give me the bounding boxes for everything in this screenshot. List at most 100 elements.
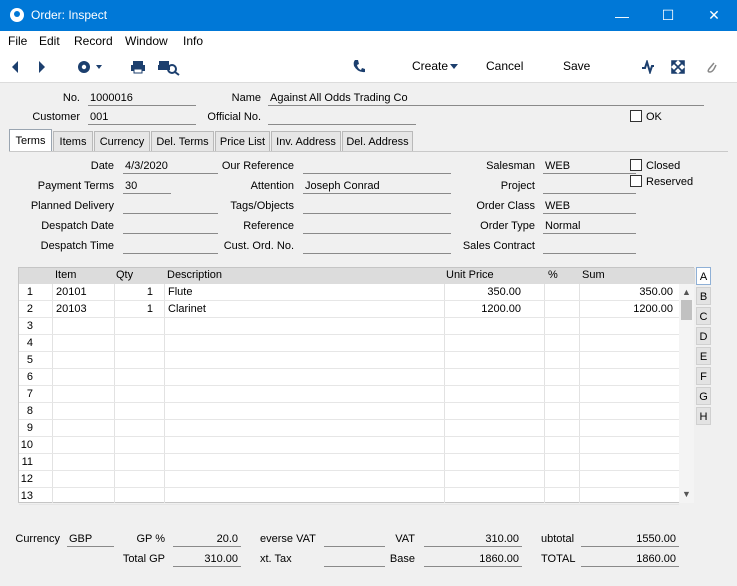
cell-description[interactable]: Clarinet	[168, 303, 206, 315]
table-row[interactable]: 3	[19, 318, 679, 335]
grid-scrollbar[interactable]: ▲ ▼	[679, 284, 694, 503]
table-row[interactable]: 4	[19, 335, 679, 352]
despatch-time-field[interactable]	[123, 239, 218, 254]
attention-field[interactable]: Joseph Conrad	[303, 179, 451, 194]
order-type-field[interactable]: Normal	[543, 219, 636, 234]
menu-info[interactable]: Info	[183, 34, 203, 48]
cell-qty[interactable]: 1	[147, 303, 153, 315]
base-field[interactable]: 1860.00	[424, 552, 522, 567]
table-row[interactable]: 7	[19, 386, 679, 403]
side-tab-e[interactable]: E	[696, 347, 711, 365]
gear-dropdown-icon[interactable]	[76, 59, 104, 75]
print-icon[interactable]	[130, 60, 146, 74]
close-button[interactable]: ✕	[691, 0, 737, 31]
salesman-field[interactable]: WEB	[543, 159, 636, 174]
table-row[interactable]: 12	[19, 471, 679, 488]
minimize-button[interactable]: —	[599, 0, 645, 31]
customer-field[interactable]: 001	[88, 110, 196, 125]
table-row[interactable]: 5	[19, 352, 679, 369]
tab-items[interactable]: Items	[53, 131, 93, 152]
expand-icon[interactable]	[671, 60, 685, 74]
print-preview-icon[interactable]	[158, 60, 180, 76]
cell-unit-price[interactable]: 1200.00	[481, 303, 521, 315]
total-gp-field[interactable]: 310.00	[173, 552, 241, 567]
side-tab-d[interactable]: D	[696, 327, 711, 345]
menu-window[interactable]: Window	[125, 34, 168, 48]
project-field[interactable]	[543, 179, 636, 194]
name-label: Name	[231, 92, 261, 104]
reference-field[interactable]	[303, 219, 451, 234]
attachment-icon[interactable]	[704, 59, 718, 75]
date-field[interactable]: 4/3/2020	[123, 159, 218, 174]
menu-record[interactable]: Record	[74, 34, 113, 48]
table-row[interactable]: 2 20103 1 Clarinet 1200.00 1200.00	[19, 301, 679, 318]
tags-objects-field[interactable]	[303, 199, 451, 214]
side-tab-g[interactable]: G	[696, 387, 711, 405]
table-row[interactable]: 8	[19, 403, 679, 420]
official-no-field[interactable]	[268, 110, 416, 125]
cell-item[interactable]: 20103	[56, 303, 87, 315]
forward-arrow-icon[interactable]	[37, 60, 47, 74]
tab-price-list[interactable]: Price List	[215, 131, 270, 152]
scroll-thumb[interactable]	[681, 300, 692, 320]
phone-icon[interactable]	[352, 59, 366, 75]
cell-sum[interactable]: 350.00	[639, 286, 673, 298]
gp-percent-field[interactable]: 20.0	[173, 532, 241, 547]
subtotal-field[interactable]: 1550.00	[581, 532, 679, 547]
date-label: Date	[90, 160, 114, 172]
reverse-vat-field[interactable]	[324, 532, 385, 547]
create-button[interactable]: Create	[412, 59, 448, 73]
name-field[interactable]: Against All Odds Trading Co	[268, 91, 704, 106]
payment-terms-field[interactable]: 30	[123, 179, 171, 194]
order-class-field[interactable]: WEB	[543, 199, 636, 214]
cell-qty[interactable]: 1	[147, 286, 153, 298]
ext-tax-field[interactable]	[324, 552, 385, 567]
side-tab-h[interactable]: H	[696, 407, 711, 425]
cell-item[interactable]: 20101	[56, 286, 87, 298]
ok-checkbox[interactable]	[630, 110, 642, 122]
total-field[interactable]: 1860.00	[581, 552, 679, 567]
currency-field[interactable]: GBP	[67, 532, 114, 547]
table-row[interactable]: 6	[19, 369, 679, 386]
cell-description[interactable]: Flute	[168, 286, 192, 298]
side-tab-c[interactable]: C	[696, 307, 711, 325]
side-tab-b[interactable]: B	[696, 287, 711, 305]
planned-delivery-field[interactable]	[123, 199, 218, 214]
closed-checkbox[interactable]	[630, 159, 642, 171]
scroll-down-icon[interactable]: ▼	[682, 489, 691, 499]
despatch-date-field[interactable]	[123, 219, 218, 234]
tab-currency[interactable]: Currency	[94, 131, 150, 152]
menu-file[interactable]: File	[8, 34, 27, 48]
tab-del-terms[interactable]: Del. Terms	[151, 131, 214, 152]
cust-ord-no-field[interactable]	[303, 239, 451, 254]
save-button[interactable]: Save	[563, 59, 590, 73]
tab-inv-address[interactable]: Inv. Address	[271, 131, 341, 152]
closed-label: Closed	[646, 160, 681, 172]
no-label: No.	[62, 92, 80, 104]
side-tab-f[interactable]: F	[696, 367, 711, 385]
tab-del-address[interactable]: Del. Address	[342, 131, 413, 152]
scroll-up-icon[interactable]: ▲	[682, 287, 691, 297]
our-reference-field[interactable]	[303, 159, 451, 174]
table-row[interactable]: 10	[19, 437, 679, 454]
menu-edit[interactable]: Edit	[39, 34, 60, 48]
table-row[interactable]: 9	[19, 420, 679, 437]
cell-unit-price[interactable]: 350.00	[487, 286, 521, 298]
activity-icon[interactable]	[641, 60, 655, 74]
side-tab-a[interactable]: A	[696, 267, 711, 285]
table-row[interactable]: 13	[19, 488, 679, 505]
vat-field[interactable]: 310.00	[424, 532, 522, 547]
table-row[interactable]: 11	[19, 454, 679, 471]
subtotal-label: ubtotal	[541, 533, 575, 545]
no-field[interactable]: 1000016	[88, 91, 196, 106]
tab-terms[interactable]: Terms	[9, 129, 52, 151]
cell-sum[interactable]: 1200.00	[633, 303, 673, 315]
sales-contract-field[interactable]	[543, 239, 636, 254]
col-qty-header: Qty	[116, 269, 134, 281]
cancel-button[interactable]: Cancel	[486, 59, 523, 73]
chevron-down-icon[interactable]	[450, 64, 458, 70]
reserved-checkbox[interactable]	[630, 175, 642, 187]
maximize-button[interactable]: ☐	[645, 0, 691, 31]
back-arrow-icon[interactable]	[10, 60, 20, 74]
table-row[interactable]: 1 20101 1 Flute 350.00 350.00	[19, 284, 679, 301]
